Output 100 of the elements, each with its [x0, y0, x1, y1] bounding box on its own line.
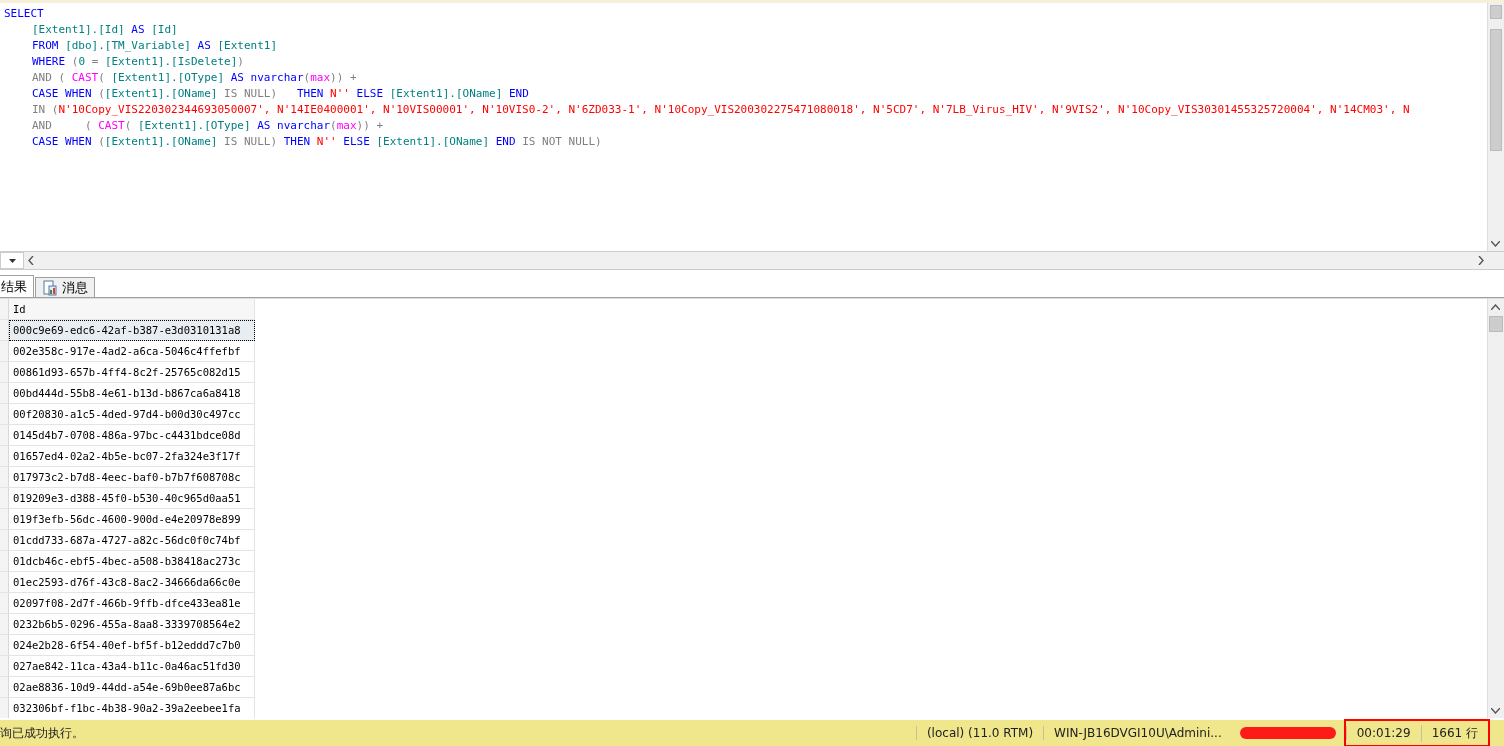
scroll-left-icon[interactable]	[28, 256, 34, 265]
status-text: WIN-JB16DVGI10U\Admini...	[1043, 726, 1232, 740]
code-token: max	[336, 118, 357, 134]
code-token: SELECT	[4, 6, 44, 22]
row-header[interactable]	[0, 677, 9, 698]
code-token: CAST	[98, 118, 125, 134]
caret-icon	[8, 258, 16, 263]
row-header[interactable]	[0, 614, 9, 635]
grid-scrollbar[interactable]	[1487, 299, 1504, 718]
splitter-handle[interactable]	[1490, 5, 1502, 19]
code-token: FROM	[32, 38, 60, 54]
code-token: N''	[316, 134, 337, 150]
code-token: [Extent1]	[217, 38, 278, 54]
table-cell: 01dcb46c-ebf5-4bec-a508-b38418ac273c	[9, 551, 255, 572]
row-header[interactable]	[0, 299, 9, 320]
document-icon	[42, 279, 58, 296]
zoom-dropdown[interactable]	[0, 252, 24, 269]
code-token: AS	[130, 22, 146, 38]
status-text: (local) (11.0 RTM)	[915, 726, 1044, 740]
code-token: THEN	[283, 134, 312, 150]
code-token: END	[494, 134, 517, 150]
code-token: [Extent1].[OName]	[104, 134, 218, 150]
scrollbar-thumb[interactable]	[1489, 316, 1503, 332]
code-token: IN (	[32, 102, 59, 118]
status-message: 询已成功执行。	[0, 724, 85, 742]
code-token: [Extent1].[OName]	[104, 86, 218, 102]
code-token: [Extent1].[OType]	[111, 70, 225, 86]
code-token: 0	[78, 54, 86, 70]
table-cell: 017973c2-b7d8-4eec-baf0-b7b7f608708c	[9, 467, 255, 488]
code-token: )	[237, 54, 244, 70]
code-token: N''	[330, 86, 350, 102]
code-token: CASE WHEN	[32, 134, 93, 150]
code-token: (	[330, 118, 337, 134]
scroll-right-icon[interactable]	[1478, 256, 1484, 265]
code-token: WHERE	[32, 54, 67, 70]
code-token: THEN	[296, 86, 325, 102]
code-token: AND (	[32, 70, 67, 86]
code-token: N'10Copy_VIS220302344693050007', N'14IE0400001', N'10VIS00001', N'10VIS0-2', N'6ZD033-1', N'10Copy_VIS200302275471080018', N'5CD7', N'7LB_Virus_HIV', N'9VIS2', N'10Copy_VIS30301455325720004', N'14CM03', N	[58, 102, 1410, 118]
row-header[interactable]	[0, 551, 9, 572]
code-token: (	[124, 118, 133, 134]
row-header[interactable]	[0, 656, 9, 677]
result-tab[interactable]: 结果	[0, 275, 34, 297]
row-header[interactable]	[0, 404, 9, 425]
table-cell: 01cdd733-687a-4727-a82c-56dc0f0c74bf	[9, 530, 255, 551]
result-tab[interactable]: 消息	[35, 277, 95, 297]
code-token: [Extent1].[OName]	[376, 134, 490, 150]
table-cell: 00f20830-a1c5-4ded-97d4-b00d30c497cc	[9, 404, 255, 425]
table-cell: 00bd444d-55b8-4e61-b13d-b867ca6a8418	[9, 383, 255, 404]
code-token: IS NOT NULL)	[522, 134, 602, 150]
row-header[interactable]	[0, 698, 9, 718]
table-cell: 01ec2593-d76f-43c8-8ac2-34666da66c0e	[9, 572, 255, 593]
scroll-up-icon[interactable]	[1490, 303, 1500, 310]
code-token: [Extent1].[OType]	[138, 118, 251, 134]
table-cell: 019f3efb-56dc-4600-900d-e4e20978e899	[9, 509, 255, 530]
row-header[interactable]	[0, 593, 9, 614]
table-cell: 002e358c-917e-4ad2-a6ca-5046c4ffefbf	[9, 341, 255, 362]
row-header[interactable]	[0, 467, 9, 488]
column-header[interactable]: Id	[9, 299, 255, 320]
table-cell: 0232b6b5-0296-455a-8aa8-3339708564e2	[9, 614, 255, 635]
code-token: AS nvarchar	[256, 118, 331, 134]
status-text: 00:01:29	[1345, 726, 1421, 740]
row-header[interactable]	[0, 488, 9, 509]
row-header[interactable]	[0, 446, 9, 467]
scroll-down-icon[interactable]	[1490, 707, 1500, 714]
row-header[interactable]	[0, 530, 9, 551]
code-token: )) +	[330, 70, 357, 86]
table-cell: 027ae842-11ca-43a4-b11c-0a46ac51fd30	[9, 656, 255, 677]
code-token: [Extent1].[Id]	[32, 22, 125, 38]
code-token: CASE WHEN	[32, 86, 93, 102]
code-token: )) +	[356, 118, 384, 134]
code-token: =	[91, 54, 100, 70]
code-token: ELSE	[342, 134, 371, 150]
code-token: (	[98, 134, 105, 150]
code-token: (	[98, 86, 105, 102]
table-cell: 000c9e69-edc6-42af-b387-e3d0310131a8	[9, 320, 255, 341]
code-token: (	[98, 70, 106, 86]
scroll-down-icon[interactable]	[1490, 240, 1500, 247]
code-token: AS	[196, 38, 212, 54]
code-token: END	[507, 86, 529, 102]
row-header[interactable]	[0, 572, 9, 593]
row-header[interactable]	[0, 509, 9, 530]
code-token: CAST	[71, 70, 99, 86]
code-token: [Id]	[151, 22, 178, 38]
table-cell: 024e2b28-6f54-40ef-bf5f-b12eddd7c7b0	[9, 635, 255, 656]
code-token: [dbo].[TM_Variable]	[65, 38, 191, 54]
row-header[interactable]	[0, 635, 9, 656]
code-token: (	[303, 70, 311, 86]
row-header[interactable]	[0, 362, 9, 383]
code-token: [Extent1].[OName]	[389, 86, 503, 102]
vertical-scrollbar[interactable]	[1487, 3, 1504, 251]
row-header[interactable]	[0, 383, 9, 404]
table-cell: 00861d93-657b-4ff4-8c2f-25765c082d15	[9, 362, 255, 383]
table-cell: 02097f08-2d7f-466b-9ffb-dfce433ea81e	[9, 593, 255, 614]
table-cell: 02ae8836-10d9-44dd-a54e-69b0ee87a6bc	[9, 677, 255, 698]
scrollbar-thumb[interactable]	[1490, 29, 1502, 151]
code-token: max	[310, 70, 331, 86]
row-header[interactable]	[0, 341, 9, 362]
row-header[interactable]	[0, 320, 9, 341]
code-token: ELSE	[355, 86, 385, 102]
row-header[interactable]	[0, 425, 9, 446]
